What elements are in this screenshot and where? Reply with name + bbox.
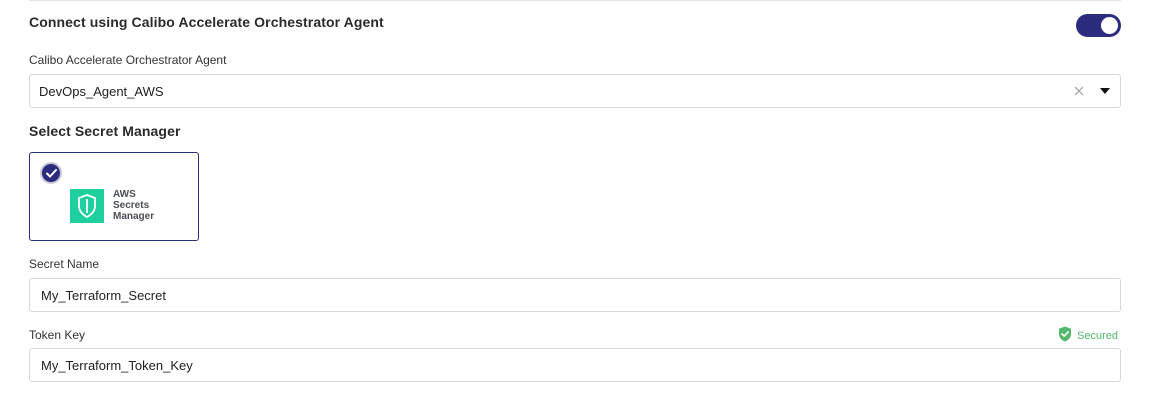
agent-select-label: Calibo Accelerate Orchestrator Agent bbox=[29, 53, 227, 67]
agent-select[interactable]: DevOps_Agent_AWS bbox=[29, 74, 1121, 108]
secret-name-input[interactable] bbox=[29, 278, 1121, 312]
secured-label: Secured bbox=[1077, 329, 1118, 342]
logo-line: Secrets bbox=[113, 200, 150, 211]
logo-line: Manager bbox=[113, 211, 155, 222]
logo-line: AWS bbox=[113, 189, 136, 200]
secret-name-label: Secret Name bbox=[29, 257, 100, 271]
secret-manager-title: Select Secret Manager bbox=[29, 123, 181, 139]
aws-secrets-manager-card[interactable]: AWS Secrets Manager bbox=[29, 152, 199, 241]
caret-down-icon[interactable] bbox=[1095, 81, 1115, 101]
agent-select-value: DevOps_Agent_AWS bbox=[39, 83, 164, 99]
token-key-input[interactable] bbox=[29, 348, 1121, 382]
connect-agent-toggle[interactable] bbox=[1076, 14, 1121, 37]
secured-status: Secured bbox=[1058, 326, 1118, 345]
toggle-knob bbox=[1101, 17, 1118, 34]
token-key-label: Token Key bbox=[29, 328, 86, 342]
close-icon[interactable] bbox=[1069, 81, 1089, 101]
check-icon bbox=[40, 162, 62, 184]
shield-icon bbox=[70, 189, 104, 223]
shield-check-icon bbox=[1058, 326, 1072, 345]
top-divider bbox=[29, 0, 1121, 1]
connect-agent-title: Connect using Calibo Accelerate Orchestr… bbox=[29, 14, 384, 30]
aws-secrets-manager-logo-text: AWS Secrets Manager bbox=[113, 189, 154, 222]
